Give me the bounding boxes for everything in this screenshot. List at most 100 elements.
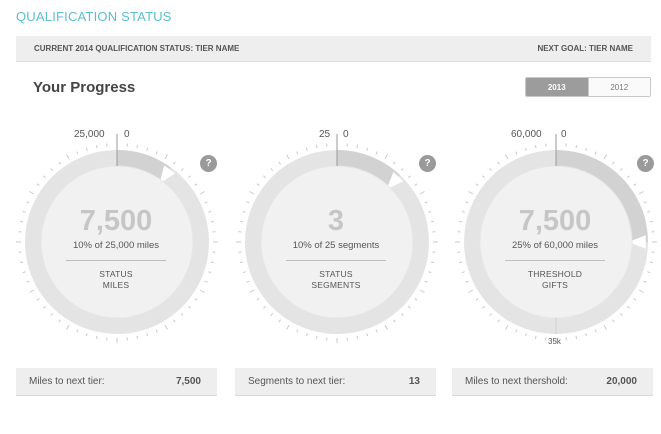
- gauge-1-tick: [85, 147, 88, 151]
- gauge-3-tick: [594, 151, 597, 155]
- gauge-2-tick: [366, 147, 369, 151]
- gauge-3-tick: [497, 161, 500, 165]
- gauge-3-divider: [505, 260, 605, 261]
- gauge-3-scale-max: 60,000: [511, 129, 542, 140]
- gauge-3-tick: [575, 335, 578, 339]
- gauge-2-tick: [408, 175, 411, 179]
- gauge-3-center: 7,500 25% of 60,000 miles THRESHOLD GIFT…: [495, 205, 615, 291]
- gauge-2-tick: [424, 280, 428, 283]
- gauge-1-tick: [164, 324, 168, 330]
- gauge-2-caption-line2: SEGMENTS: [311, 280, 361, 290]
- gauge-1-tick: [95, 145, 98, 149]
- gauge-1-tick: [173, 161, 176, 165]
- gauge-1-tick: [22, 271, 26, 274]
- summary-2-label: Segments to next tier:: [248, 376, 346, 387]
- gauge-2-value: 3: [327, 205, 345, 237]
- gauge-3-tick: [475, 298, 479, 301]
- gauge-2-tick: [424, 201, 428, 204]
- gauge-2-tick: [263, 175, 266, 179]
- gauge-1-tick: [50, 313, 54, 316]
- gauge-1-tick: [188, 305, 191, 309]
- gauge-3-tick: [465, 280, 469, 283]
- gauge-3-tick: [497, 319, 500, 323]
- gauge-3-tick: [515, 329, 518, 333]
- gauge-3-tick: [619, 168, 623, 171]
- gauge-2-tick: [249, 191, 255, 195]
- gauge-2-tick: [256, 298, 260, 301]
- gauge-1-tick: [208, 210, 212, 213]
- gauge-1-tick: [22, 210, 26, 213]
- gauge-1-tick: [194, 183, 198, 186]
- gauge-1-tick: [26, 280, 30, 283]
- gauge-1-tick: [208, 271, 212, 274]
- gauge-3-tick: [505, 324, 509, 330]
- gauge-3-tick: [603, 324, 607, 330]
- gauge-1-tick: [58, 161, 61, 165]
- gauge-3-tick: [575, 145, 578, 149]
- gauge-1-tick: [199, 191, 205, 195]
- gauge-3-tick: [594, 329, 597, 333]
- gauge-3-tick: [643, 201, 647, 204]
- gauge-1-tick: [180, 313, 184, 316]
- gauge-1-tick: [43, 305, 46, 309]
- gauge-3-tick: [468, 289, 474, 293]
- gauge-3-tick: [612, 319, 615, 323]
- gauge-1-tick: [66, 154, 70, 160]
- gauge-1-tick: [58, 319, 61, 323]
- gauge-2-tick: [240, 220, 244, 223]
- gauge-2-help-icon[interactable]: ?: [419, 155, 436, 172]
- gauge-1-tick: [36, 183, 40, 186]
- gauge-2-tick: [242, 210, 246, 213]
- gauge-3-tick: [459, 220, 463, 223]
- gauge-2-tick: [356, 145, 359, 149]
- gauge-2-tick: [263, 305, 266, 309]
- gauge-1-subtitle: 10% of 25,000 miles: [72, 240, 160, 251]
- gauge-3-tick: [524, 147, 527, 151]
- gauge-2-tick: [428, 271, 432, 274]
- gauge-3-tick: [534, 145, 537, 149]
- gauge-1-tick: [155, 329, 158, 333]
- gauge-1-tick: [188, 175, 191, 179]
- gauge-2-tick: [246, 201, 250, 204]
- gauge-2-tick: [249, 289, 255, 293]
- gauge-1-tick: [136, 335, 139, 339]
- gauge-2-tick: [246, 280, 250, 283]
- gauge-1-tick: [199, 289, 205, 293]
- gauge-1-tick: [210, 220, 214, 223]
- gauge-2-tick: [400, 313, 404, 316]
- gauge-2-subtitle: 10% of 25 segments: [292, 240, 380, 251]
- gauge-2-scale-min: 0: [343, 129, 349, 140]
- gauge-3-tick: [638, 191, 644, 195]
- summary-segments-to-next-tier: Segments to next tier: 13: [235, 368, 436, 396]
- gauge-2-center: 3 10% of 25 segments STATUS SEGMENTS: [276, 205, 396, 291]
- gauge-2-tick: [256, 183, 260, 186]
- gauge-1-tick: [146, 333, 149, 337]
- summary-3-value: 20,000: [606, 376, 637, 387]
- gauge-3-scale-min: 0: [561, 129, 567, 140]
- gauge-3-tick: [647, 271, 651, 274]
- gauge-1-tick: [95, 335, 98, 339]
- gauge-3-tick: [482, 175, 485, 179]
- gauge-3-tick: [465, 201, 469, 204]
- gauge-1-tick: [85, 333, 88, 337]
- gauge-2-tick: [384, 154, 388, 160]
- gauge-1-help-icon[interactable]: ?: [200, 155, 217, 172]
- gauge-2-tick: [286, 324, 290, 330]
- gauge-2-tick: [296, 329, 299, 333]
- gauge-2-tick: [270, 168, 274, 171]
- gauge-1-tick: [146, 147, 149, 151]
- gauge-3-tick: [633, 183, 637, 186]
- gauge-2-tick: [278, 161, 281, 165]
- gauge-3-tick: [638, 289, 644, 293]
- gauge-3-tick: [524, 333, 527, 337]
- gauge-3-value: 7,500: [518, 205, 592, 237]
- gauge-2-tick: [393, 319, 396, 323]
- gauge-1-tick: [173, 319, 176, 323]
- gauge-1-tick: [20, 220, 24, 223]
- gauge-3-help-icon[interactable]: ?: [637, 155, 654, 172]
- gauge-3-tick: [482, 305, 485, 309]
- gauge-2-tick: [419, 191, 425, 195]
- gauge-2-tick: [278, 319, 281, 323]
- summary-1-value: 7,500: [175, 376, 201, 387]
- gauge-1-tick: [43, 175, 46, 179]
